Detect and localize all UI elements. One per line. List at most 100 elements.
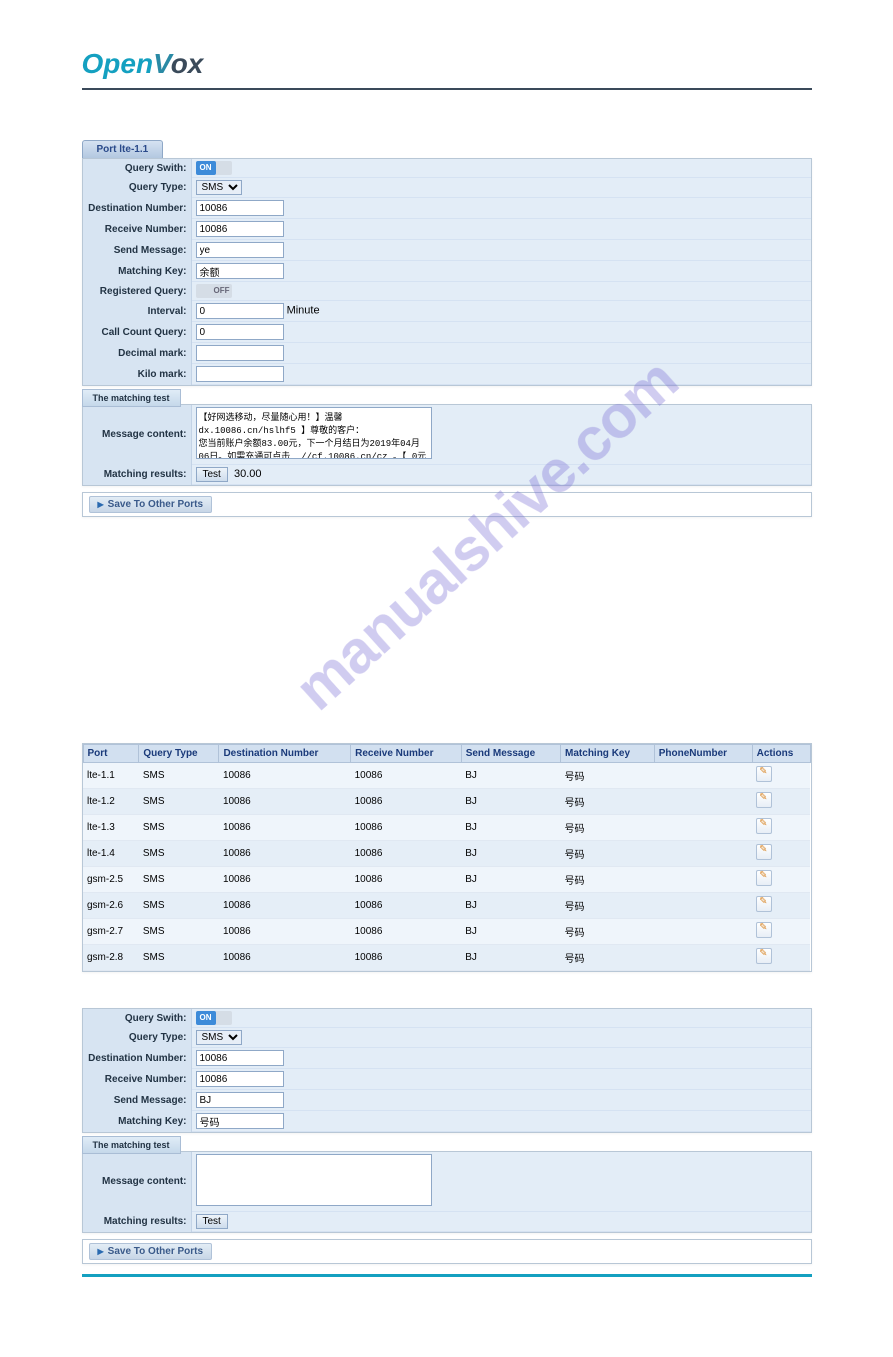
- edit-icon[interactable]: [756, 896, 772, 912]
- dest-number-input[interactable]: [196, 200, 284, 216]
- th-dest-number: Destination Number: [219, 745, 351, 763]
- cell-query-type: SMS: [139, 945, 219, 971]
- edit-icon[interactable]: [756, 766, 772, 782]
- edit-icon[interactable]: [756, 818, 772, 834]
- edit-icon[interactable]: [756, 792, 772, 808]
- th-phone-number: PhoneNumber: [654, 745, 752, 763]
- cell-query-type: SMS: [139, 867, 219, 893]
- cell-phone-number: [654, 789, 752, 815]
- cell-dest-number: 10086: [219, 893, 351, 919]
- th-port: Port: [83, 745, 139, 763]
- cell-dest-number: 10086: [219, 867, 351, 893]
- recv-number-input[interactable]: [196, 221, 284, 237]
- label-query-type: Query Type:: [83, 178, 192, 198]
- cell-dest-number: 10086: [219, 841, 351, 867]
- msg-content-textarea[interactable]: 【好网选移动，尽量随心用！】温馨 dx.10086.cn/hslhf5 】尊敬的…: [196, 407, 432, 459]
- th-recv-number: Receive Number: [351, 745, 462, 763]
- cell-phone-number: [654, 841, 752, 867]
- save-to-other-ports-button[interactable]: Save To Other Ports: [89, 496, 213, 513]
- query-type-select-2[interactable]: SMS: [196, 1030, 242, 1045]
- label-matching-results-2: Matching results:: [83, 1212, 192, 1232]
- decimal-mark-input[interactable]: [196, 345, 284, 361]
- th-matching-key: Matching Key: [561, 745, 655, 763]
- save-to-other-ports-button-2[interactable]: Save To Other Ports: [89, 1243, 213, 1260]
- table-row: lte-1.2 SMS 10086 10086 BJ 号码: [83, 789, 810, 815]
- cell-recv-number: 10086: [351, 945, 462, 971]
- label-send-msg: Send Message:: [83, 240, 192, 261]
- cell-port: lte-1.3: [83, 815, 139, 841]
- send-msg-input[interactable]: [196, 242, 284, 258]
- cell-port: lte-1.2: [83, 789, 139, 815]
- cell-dest-number: 10086: [219, 945, 351, 971]
- cell-port: gsm-2.7: [83, 919, 139, 945]
- query-type-select[interactable]: SMS: [196, 180, 242, 195]
- edit-icon[interactable]: [756, 948, 772, 964]
- label-interval: Interval:: [83, 301, 192, 322]
- cell-send-msg: BJ: [461, 919, 560, 945]
- edit-icon[interactable]: [756, 870, 772, 886]
- msg-content-textarea-2[interactable]: [196, 1154, 432, 1206]
- cell-matching-key: 号码: [561, 841, 655, 867]
- cell-query-type: SMS: [139, 789, 219, 815]
- cell-recv-number: 10086: [351, 763, 462, 789]
- matching-test-panel: Message content:【好网选移动，尽量随心用！】温馨 dx.1008…: [82, 404, 812, 486]
- table-row: gsm-2.7 SMS 10086 10086 BJ 号码: [83, 919, 810, 945]
- recv-number-input-2[interactable]: [196, 1071, 284, 1087]
- cell-matching-key: 号码: [561, 893, 655, 919]
- query-swith-toggle-2[interactable]: [196, 1011, 232, 1025]
- label-recv-number: Receive Number:: [83, 219, 192, 240]
- cell-phone-number: [654, 893, 752, 919]
- matching-test-panel-2: Message content: Matching results:Test: [82, 1151, 812, 1233]
- cell-matching-key: 号码: [561, 763, 655, 789]
- label-dest-number-2: Destination Number:: [83, 1048, 192, 1069]
- cell-phone-number: [654, 763, 752, 789]
- cell-recv-number: 10086: [351, 789, 462, 815]
- cell-port: lte-1.1: [83, 763, 139, 789]
- kilo-mark-input[interactable]: [196, 366, 284, 382]
- edit-icon[interactable]: [756, 922, 772, 938]
- cell-recv-number: 10086: [351, 893, 462, 919]
- cell-dest-number: 10086: [219, 815, 351, 841]
- matching-key-input[interactable]: [196, 263, 284, 279]
- ports-table-panel: Port Query Type Destination Number Recei…: [82, 743, 812, 972]
- cell-send-msg: BJ: [461, 763, 560, 789]
- query-swith-toggle[interactable]: [196, 161, 232, 175]
- label-reg-query: Registered Query:: [83, 282, 192, 301]
- matching-test-tab[interactable]: The matching test: [82, 389, 181, 407]
- th-query-type: Query Type: [139, 745, 219, 763]
- ports-table: Port Query Type Destination Number Recei…: [83, 744, 811, 971]
- table-row: gsm-2.5 SMS 10086 10086 BJ 号码: [83, 867, 810, 893]
- table-row: lte-1.3 SMS 10086 10086 BJ 号码: [83, 815, 810, 841]
- cell-send-msg: BJ: [461, 841, 560, 867]
- cell-dest-number: 10086: [219, 763, 351, 789]
- cell-dest-number: 10086: [219, 919, 351, 945]
- table-row: gsm-2.6 SMS 10086 10086 BJ 号码: [83, 893, 810, 919]
- table-row: lte-1.1 SMS 10086 10086 BJ 号码: [83, 763, 810, 789]
- test-button-2[interactable]: Test: [196, 1214, 228, 1229]
- call-count-input[interactable]: [196, 324, 284, 340]
- cell-port: gsm-2.6: [83, 893, 139, 919]
- reg-query-toggle[interactable]: [196, 284, 232, 298]
- matching-test-tab-2[interactable]: The matching test: [82, 1136, 181, 1154]
- cell-recv-number: 10086: [351, 815, 462, 841]
- cell-send-msg: BJ: [461, 945, 560, 971]
- label-query-swith-2: Query Swith:: [83, 1009, 192, 1028]
- send-msg-input-2[interactable]: [196, 1092, 284, 1108]
- cell-matching-key: 号码: [561, 867, 655, 893]
- test-button[interactable]: Test: [196, 467, 228, 482]
- matching-result-value: 30.00: [234, 468, 262, 480]
- interval-input[interactable]: [196, 303, 284, 319]
- port-config-panel: Query Swith: Query Type:SMS Destination …: [82, 158, 812, 386]
- cell-port: gsm-2.5: [83, 867, 139, 893]
- label-kilo-mark: Kilo mark:: [83, 364, 192, 385]
- matching-key-input-2[interactable]: [196, 1113, 284, 1129]
- label-matching-key-2: Matching Key:: [83, 1111, 192, 1132]
- dest-number-input-2[interactable]: [196, 1050, 284, 1066]
- cell-recv-number: 10086: [351, 841, 462, 867]
- cell-port: lte-1.4: [83, 841, 139, 867]
- cell-query-type: SMS: [139, 815, 219, 841]
- table-row: lte-1.4 SMS 10086 10086 BJ 号码: [83, 841, 810, 867]
- port-tab[interactable]: Port lte-1.1: [82, 140, 164, 158]
- label-call-count: Call Count Query:: [83, 322, 192, 343]
- edit-icon[interactable]: [756, 844, 772, 860]
